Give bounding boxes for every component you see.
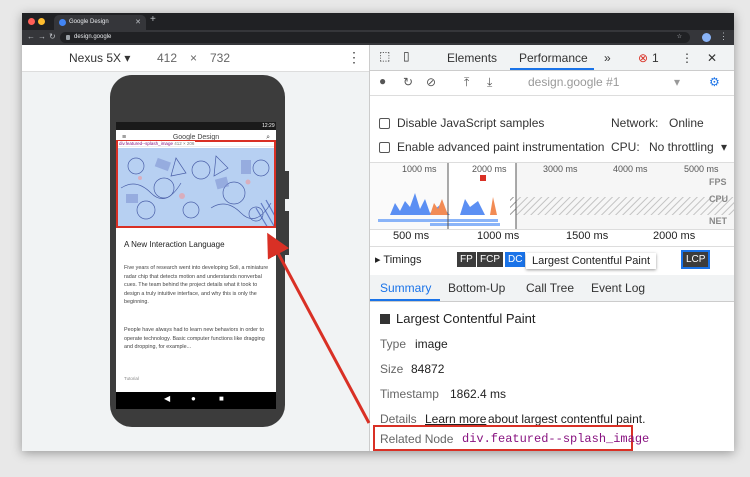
browser-window: Google Design ✕ + ← → ↻ design.google ☆ … <box>22 13 734 451</box>
annotation-arrow <box>267 232 371 424</box>
